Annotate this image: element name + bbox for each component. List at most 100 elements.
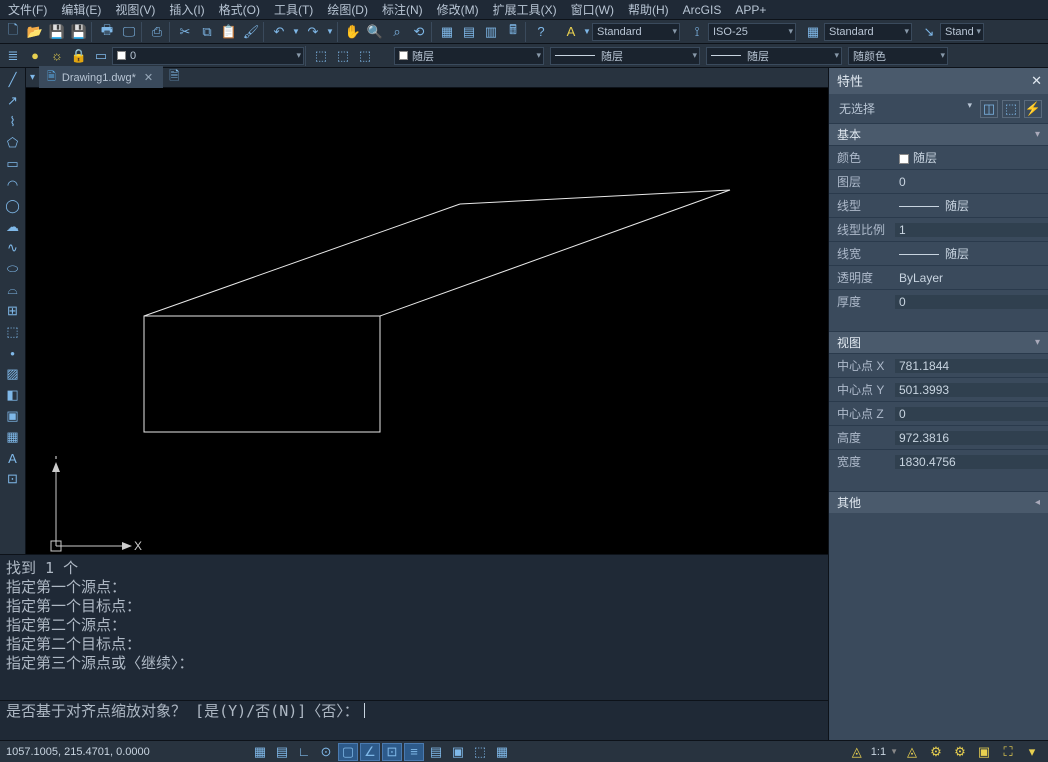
- zoom-prev-icon[interactable]: ⟲: [408, 22, 430, 42]
- layer-lock-icon[interactable]: 🔒: [68, 46, 90, 66]
- osnap-icon[interactable]: ▢: [338, 743, 358, 761]
- lineweight-combo[interactable]: 随层: [706, 47, 842, 65]
- polygon-icon[interactable]: ⬠: [2, 133, 24, 153]
- textstyle-drop-icon[interactable]: ▼: [582, 22, 592, 42]
- menu-appplus[interactable]: APP+: [731, 2, 770, 18]
- mleader-combo[interactable]: Stand: [940, 23, 984, 41]
- menu-draw[interactable]: 绘图(D): [323, 0, 372, 19]
- dimstyle-icon[interactable]: ⟟: [686, 22, 708, 42]
- section-basic[interactable]: 基本▾: [829, 123, 1048, 145]
- prop-thick-value[interactable]: 0: [895, 295, 1048, 309]
- snap-icon[interactable]: ▤: [272, 743, 292, 761]
- circle-icon[interactable]: ◯: [2, 196, 24, 216]
- undo-drop-icon[interactable]: ▼: [290, 22, 302, 42]
- table-icon[interactable]: ▦: [2, 427, 24, 447]
- spline-icon[interactable]: ∿: [2, 238, 24, 258]
- tablestyle-icon[interactable]: ▦: [802, 22, 824, 42]
- menu-extend[interactable]: 扩展工具(X): [489, 0, 561, 19]
- prop-color-value[interactable]: 随层: [895, 149, 1048, 166]
- properties-close-icon[interactable]: ✕: [1031, 73, 1042, 89]
- rect-icon[interactable]: ▭: [2, 154, 24, 174]
- region-icon[interactable]: ▣: [2, 406, 24, 426]
- props-icon[interactable]: ▦: [436, 22, 458, 42]
- new-tab-icon[interactable]: 🗎: [169, 67, 179, 89]
- iso-icon[interactable]: ⛶: [998, 743, 1018, 761]
- menu-format[interactable]: 格式(O): [215, 0, 264, 19]
- annoauto-icon[interactable]: ⚙: [926, 743, 946, 761]
- calc-icon[interactable]: 🖩: [502, 22, 524, 42]
- menu-window[interactable]: 窗口(W): [567, 0, 618, 19]
- cycle-icon[interactable]: ▦: [492, 743, 512, 761]
- zoom-rt-icon[interactable]: 🔍: [364, 22, 386, 42]
- polar-icon[interactable]: ⊙: [316, 743, 336, 761]
- prop-ltscale-value[interactable]: 1: [895, 223, 1048, 237]
- copy-icon[interactable]: ⧉: [196, 22, 218, 42]
- textstyle-combo[interactable]: Standard: [592, 23, 680, 41]
- new-icon[interactable]: 🗋: [2, 22, 24, 42]
- hw-icon[interactable]: ▣: [974, 743, 994, 761]
- plotstyle-combo[interactable]: 随颜色: [848, 47, 948, 65]
- sc-icon[interactable]: ⬚: [470, 743, 490, 761]
- linetype-combo[interactable]: 随层: [550, 47, 700, 65]
- tablestyle-combo[interactable]: Standard: [824, 23, 912, 41]
- selection-combo[interactable]: 无选择▾: [835, 98, 976, 119]
- prop-w-value[interactable]: 1830.4756: [895, 455, 1048, 469]
- mtext-icon[interactable]: A: [2, 448, 24, 468]
- menu-file[interactable]: 文件(F): [4, 0, 51, 19]
- close-tab-icon[interactable]: ✕: [142, 71, 155, 84]
- publish-icon[interactable]: ⎙: [146, 22, 168, 42]
- selectobj-icon[interactable]: ⬚: [1002, 100, 1020, 118]
- pan-icon[interactable]: ✋: [342, 22, 364, 42]
- ortho-icon[interactable]: ∟: [294, 743, 314, 761]
- saveas-icon[interactable]: 💾: [68, 22, 90, 42]
- mleader-icon[interactable]: ↘: [918, 22, 940, 42]
- menu-tools[interactable]: 工具(T): [270, 0, 317, 19]
- lwt-icon[interactable]: ≡: [404, 743, 424, 761]
- model-toggle-icon[interactable]: ◬: [847, 743, 867, 761]
- ellipse-icon[interactable]: ⬭: [2, 259, 24, 279]
- ws-icon[interactable]: ⚙: [950, 743, 970, 761]
- menu-dim[interactable]: 标注(N): [378, 0, 427, 19]
- point-icon[interactable]: •: [2, 343, 24, 363]
- open-icon[interactable]: 📂: [24, 22, 46, 42]
- layer-color-icon[interactable]: ▭: [90, 46, 112, 66]
- arc-icon[interactable]: ◠: [2, 175, 24, 195]
- tab-prev-icon[interactable]: ▾: [26, 72, 39, 83]
- redo-icon[interactable]: ↷: [302, 22, 324, 42]
- section-view[interactable]: 视图▾: [829, 331, 1048, 353]
- color-combo[interactable]: 随层: [394, 47, 544, 65]
- prop-cx-value[interactable]: 781.1844: [895, 359, 1048, 373]
- layermatch-icon[interactable]: ⬚: [310, 46, 332, 66]
- revcloud-icon[interactable]: ☁: [2, 217, 24, 237]
- prop-ltype-value[interactable]: 随层: [895, 197, 1048, 214]
- command-line[interactable]: 是否基于对齐点缩放对象？ [是(Y)/否(N)]〈否〉：: [0, 700, 828, 720]
- menu-help[interactable]: 帮助(H): [624, 0, 673, 19]
- pline-icon[interactable]: ⌇: [2, 112, 24, 132]
- redo-drop-icon[interactable]: ▼: [324, 22, 336, 42]
- layeriso-icon[interactable]: ⬚: [332, 46, 354, 66]
- menu-insert[interactable]: 插入(I): [165, 0, 208, 19]
- xline-icon[interactable]: ↗: [2, 91, 24, 111]
- dimstyle-combo[interactable]: ISO-25: [708, 23, 796, 41]
- gradient-icon[interactable]: ◧: [2, 385, 24, 405]
- menu-view[interactable]: 视图(V): [111, 0, 159, 19]
- prop-cy-value[interactable]: 501.3993: [895, 383, 1048, 397]
- print-icon[interactable]: 🖶: [96, 22, 118, 42]
- document-tab[interactable]: 🗎 Drawing1.dwg* ✕: [39, 66, 163, 89]
- addsel-icon[interactable]: ⊡: [2, 469, 24, 489]
- line-icon[interactable]: ╱: [2, 70, 24, 90]
- menu-modify[interactable]: 修改(M): [433, 0, 483, 19]
- menu-arcgis[interactable]: ArcGIS: [679, 2, 726, 18]
- zoom-win-icon[interactable]: ⌕: [386, 22, 408, 42]
- hatch-icon[interactable]: ▨: [2, 364, 24, 384]
- prop-trans-value[interactable]: ByLayer: [895, 271, 1048, 285]
- layer-freeze-icon[interactable]: ☼: [46, 46, 68, 66]
- grid-icon[interactable]: ▦: [250, 743, 270, 761]
- save-icon[interactable]: 💾: [46, 22, 68, 42]
- prop-cz-value[interactable]: 0: [895, 407, 1048, 421]
- prop-layer-value[interactable]: 0: [895, 175, 1048, 189]
- prop-lweight-value[interactable]: 随层: [895, 245, 1048, 262]
- annovis-icon[interactable]: ◬: [902, 743, 922, 761]
- designctr-icon[interactable]: ▤: [458, 22, 480, 42]
- pickadd-icon[interactable]: ⚡: [1024, 100, 1042, 118]
